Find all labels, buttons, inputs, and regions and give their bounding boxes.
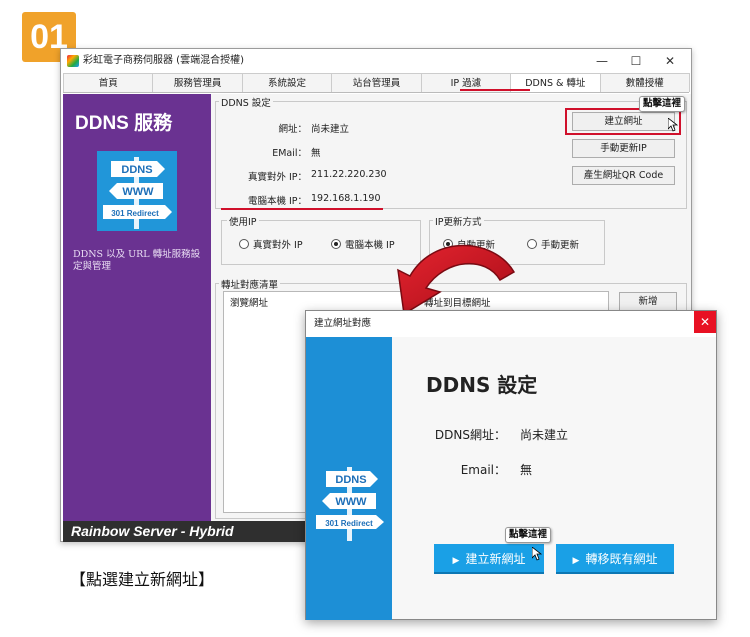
dialog-sidebar: DDNS WWW 301 Redirect [306, 337, 392, 620]
dialog-email-label: Email： [460, 463, 506, 477]
email-label: EMail： [272, 148, 307, 159]
local-ip-value: 192.168.1.190 [311, 193, 381, 204]
use-ip-label: 使用IP [227, 214, 259, 228]
redirect-list-label: 轉址對應清單 [219, 277, 281, 291]
transfer-url-label: 轉移既有網址 [585, 552, 658, 566]
dialog-email-value: 無 [520, 463, 533, 477]
tab-home[interactable]: 首頁 [63, 73, 154, 92]
local-ip-highlight [221, 208, 383, 210]
update-mode-label: IP更新方式 [433, 214, 484, 228]
click-here-tag: 點擊這裡 [639, 96, 686, 112]
close-button[interactable]: ✕ [653, 49, 687, 73]
logo-sign-ddns: DDNS [121, 164, 152, 176]
logo-sign-www: WWW [122, 186, 154, 198]
email-value: 無 [311, 148, 321, 159]
create-url-highlight [565, 108, 681, 135]
create-new-url-button[interactable]: ▶ 建立新網址 [434, 544, 544, 574]
dialog-ddns-logo-icon: DDNS WWW 301 Redirect [316, 467, 384, 541]
dialog-sign-ddns: DDNS [335, 474, 366, 486]
caption: 【點選建立新網址】 [70, 570, 215, 589]
dialog-mouse-cursor-icon [532, 547, 542, 561]
title-bar: 彩虹電子商務伺服器 (雲端混合授權) — ☐ ✕ [61, 49, 691, 73]
play-icon: ▶ [452, 556, 460, 566]
create-url-dialog: 建立網址對應 ✕ DDNS WWW 301 Redirect DDNS 設定 D… [305, 310, 717, 620]
dialog-ddns-url-label: DDNS網址： [434, 428, 506, 442]
radio-dot [527, 239, 537, 249]
minimize-button[interactable]: — [585, 49, 619, 73]
radio-dot [239, 239, 249, 249]
ddns-settings-label: DDNS 設定 [219, 95, 273, 109]
active-tab-highlight [460, 89, 530, 91]
app-icon [67, 55, 79, 67]
radio-manual-update-label: 手動更新 [541, 240, 580, 251]
sidebar-description: DDNS 以及 URL 轉址服務設定與管理 [73, 249, 201, 272]
url-value: 尚未建立 [311, 124, 350, 135]
public-ip-label: 真實對外 IP： [247, 172, 307, 183]
manual-update-ip-button[interactable]: 手動更新IP [572, 139, 675, 158]
generate-qr-button[interactable]: 產生網址QR Code [572, 166, 675, 185]
transfer-url-button[interactable]: ▶ 轉移既有網址 [556, 544, 674, 574]
dialog-title: 建立網址對應 [314, 318, 372, 329]
column-browse-url: 瀏覽網址 [230, 298, 269, 309]
sidebar: DDNS 服務 DDNS WWW 301 Redirect DDNS 以及 UR… [63, 94, 211, 521]
public-ip-value: 211.22.220.230 [311, 169, 387, 180]
tab-bar: 首頁 服務管理員 系統設定 站台管理員 IP 過濾 DDNS & 轉址 數體授權 [63, 73, 690, 93]
logo-sign-redirect: 301 Redirect [111, 209, 159, 218]
tab-license[interactable]: 數體授權 [599, 73, 690, 92]
tab-system-settings[interactable]: 系統設定 [241, 73, 333, 92]
radio-public-ip[interactable]: 真實對外 IP [239, 239, 303, 252]
add-button[interactable]: 新增 [619, 292, 677, 311]
dialog-click-here-tag: 點擊這裡 [505, 527, 552, 543]
local-ip-label: 電腦本機 IP： [247, 196, 307, 207]
url-label: 網址： [278, 124, 307, 135]
create-new-url-label: 建立新網址 [465, 552, 526, 566]
radio-dot-selected [331, 239, 341, 249]
dialog-title-bar: 建立網址對應 ✕ [306, 311, 716, 337]
tab-site-manager[interactable]: 站台管理員 [331, 73, 422, 92]
dialog-ddns-url-value: 尚未建立 [520, 428, 569, 442]
sidebar-title: DDNS 服務 [75, 113, 173, 134]
radio-manual-update[interactable]: 手動更新 [527, 239, 579, 252]
maximize-button[interactable]: ☐ [619, 49, 653, 73]
dialog-heading: DDNS 設定 [426, 373, 538, 397]
mouse-cursor-icon [668, 118, 678, 132]
dialog-sign-redirect: 301 Redirect [325, 519, 373, 528]
tab-service-manager[interactable]: 服務管理員 [152, 73, 243, 92]
dialog-close-button[interactable]: ✕ [694, 311, 716, 333]
brand-footer: Rainbow Server - Hybrid [63, 521, 311, 542]
play-icon: ▶ [572, 556, 580, 566]
dialog-sign-www: WWW [335, 496, 367, 508]
radio-public-ip-label: 真實對外 IP [253, 240, 303, 251]
window-title: 彩虹電子商務伺服器 (雲端混合授權) [83, 55, 244, 66]
ddns-logo-icon: DDNS WWW 301 Redirect [97, 151, 177, 231]
